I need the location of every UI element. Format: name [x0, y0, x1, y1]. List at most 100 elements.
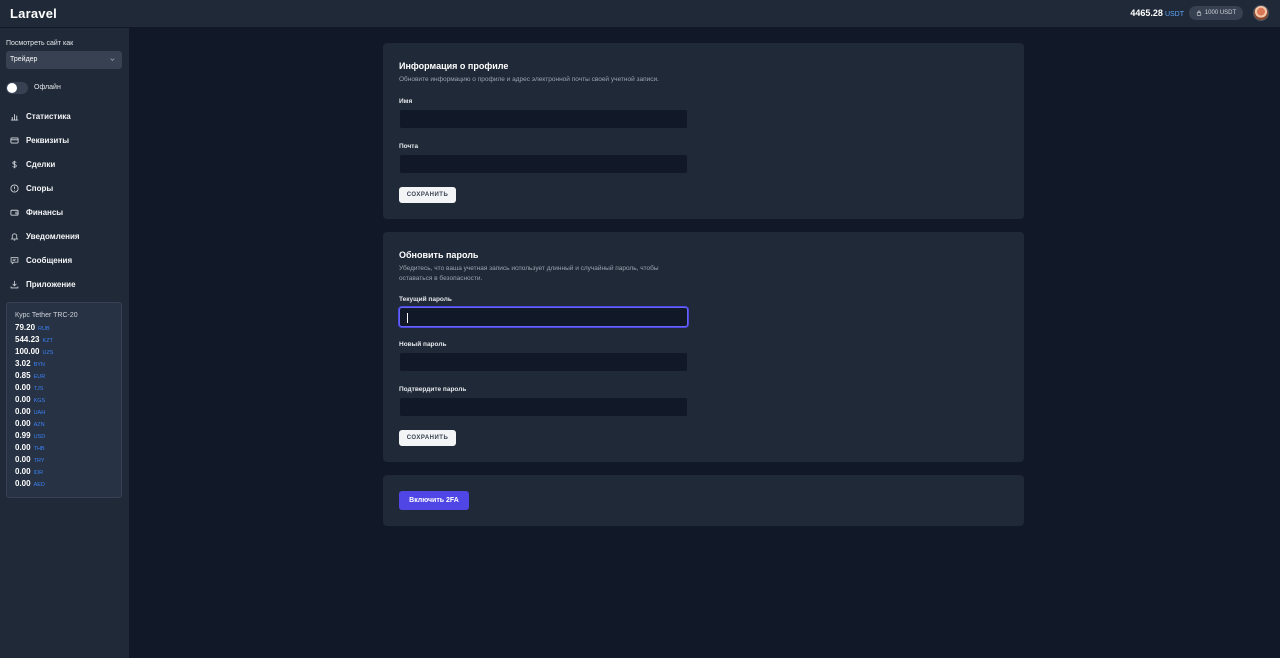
- password-save-button[interactable]: СОХРАНИТЬ: [399, 430, 456, 446]
- profile-save-button[interactable]: СОХРАНИТЬ: [399, 187, 456, 203]
- rate-row: 0.00 TJS: [15, 383, 113, 395]
- email-input[interactable]: [399, 154, 688, 174]
- rate-value: 0.00: [15, 443, 31, 452]
- top-bar: Laravel 4465.28 USDT 1000 USDT: [0, 0, 1280, 28]
- view-as-select[interactable]: Трейдер: [6, 51, 122, 69]
- sidebar: Посмотреть сайт как Трейдер Офлайн Стати…: [0, 28, 129, 658]
- update-password-card: Обновить пароль Убедитесь, что ваша учет…: [383, 232, 1024, 462]
- toggle-knob: [7, 83, 17, 93]
- chevron-down-icon: [110, 58, 115, 61]
- rate-value: 0.00: [15, 407, 31, 416]
- brand-logo[interactable]: Laravel: [10, 6, 57, 21]
- rate-row: 0.85 EUR: [15, 371, 113, 383]
- confirm-password-input[interactable]: [399, 397, 688, 417]
- download-icon: [10, 280, 19, 288]
- balance-currency: USDT: [1164, 11, 1184, 18]
- bell-icon: [10, 232, 19, 241]
- rate-value: 100.00: [15, 347, 40, 356]
- rate-currency: UAH: [33, 410, 46, 416]
- rates-title: Курс Tether TRC-20: [15, 312, 78, 319]
- alert-icon: [10, 183, 19, 193]
- rate-row: 0.00 UAH: [15, 407, 113, 419]
- rate-value: 0.99: [15, 431, 31, 440]
- rate-currency: IDR: [33, 470, 44, 476]
- rate-currency: TJS: [33, 386, 44, 392]
- profile-info-card: Информация о профиле Обновите информацию…: [383, 43, 1024, 219]
- rate-currency: KZT: [42, 338, 53, 344]
- balance-display: 4465.28 USDT: [1130, 8, 1184, 18]
- sidebar-item-label: Финансы: [26, 207, 64, 217]
- profile-title: Информация о профиле: [399, 61, 509, 71]
- rate-row: 100.00 UZS: [15, 347, 113, 359]
- email-label: Почта: [399, 143, 419, 150]
- rate-currency: BYN: [33, 362, 45, 368]
- rate-currency: USD: [33, 434, 46, 440]
- sidebar-item-label: Приложение: [26, 279, 76, 289]
- name-input[interactable]: [399, 109, 688, 129]
- locked-balance-badge[interactable]: 1000 USDT: [1189, 6, 1243, 20]
- rate-value: 0.00: [15, 479, 31, 488]
- text-caret: [407, 313, 408, 323]
- rate-row: 3.02 BYN: [15, 359, 113, 371]
- rate-row: 79.20 RUB: [15, 323, 113, 335]
- rate-value: 0.85: [15, 371, 31, 380]
- profile-subtitle: Обновите информацию о профиле и адрес эл…: [399, 76, 659, 83]
- password-title: Обновить пароль: [399, 250, 479, 260]
- sidebar-item-label: Уведомления: [26, 231, 80, 241]
- sidebar-item-label: Статистика: [26, 111, 71, 121]
- rate-row: 0.00 IDR: [15, 467, 113, 479]
- online-status-toggle[interactable]: [6, 82, 28, 94]
- exchange-rates-panel: Курс Tether TRC-20 79.20 RUB 544.23 KZT 100.…: [6, 302, 122, 498]
- locked-balance-label: 1000 USDT: [1204, 10, 1237, 16]
- rate-value: 0.00: [15, 395, 31, 404]
- twofa-card: Включить 2FA: [383, 475, 1024, 526]
- view-as-label: Посмотреть сайт как: [6, 40, 74, 47]
- sidebar-item-requisites[interactable]: Реквизиты: [10, 128, 122, 152]
- rate-currency: AZN: [33, 422, 45, 428]
- rate-value: 0.00: [15, 383, 31, 392]
- rate-row: 0.00 THB: [15, 443, 113, 455]
- rate-value: 79.20: [15, 323, 36, 332]
- sidebar-item-statistics[interactable]: Статистика: [10, 104, 122, 128]
- current-password-input[interactable]: [399, 307, 688, 327]
- sidebar-item-deals[interactable]: Сделки: [10, 152, 122, 176]
- enable-2fa-button[interactable]: Включить 2FA: [399, 491, 469, 510]
- view-as-selected: Трейдер: [10, 56, 38, 63]
- rate-row: 0.99 USD: [15, 431, 113, 443]
- rate-row: 544.23 KZT: [15, 335, 113, 347]
- rate-currency: EUR: [33, 374, 46, 380]
- chart-icon: [10, 113, 19, 121]
- lock-icon: [1196, 10, 1201, 16]
- avatar[interactable]: [1253, 5, 1269, 21]
- rate-value: 3.02: [15, 359, 31, 368]
- balance-value: 4465.28: [1130, 8, 1163, 18]
- sidebar-item-app[interactable]: Приложение: [10, 272, 122, 296]
- rate-row: 0.00 AZN: [15, 419, 113, 431]
- new-password-input[interactable]: [399, 352, 688, 372]
- rates-list: 79.20 RUB 544.23 KZT 100.00 UZS 3.02 BYN 0.85 EUR…: [15, 323, 113, 491]
- rate-currency: AED: [33, 482, 45, 488]
- sidebar-nav: Статистика Реквизиты Сделки Споры Финанс…: [10, 104, 122, 296]
- rate-value: 0.00: [15, 467, 31, 476]
- password-subtitle: Убедитесь, что ваша учетная запись испол…: [399, 265, 659, 282]
- rate-row: 0.00 TRY: [15, 455, 113, 467]
- rate-row: 0.00 AED: [15, 479, 113, 491]
- rate-currency: THB: [33, 446, 45, 452]
- rate-value: 0.00: [15, 419, 31, 428]
- sidebar-item-label: Реквизиты: [26, 135, 70, 145]
- rate-value: 0.00: [15, 455, 31, 464]
- new-password-label: Новый пароль: [399, 341, 447, 348]
- name-label: Имя: [399, 98, 413, 105]
- sidebar-item-messages[interactable]: Сообщения: [10, 248, 122, 272]
- online-status-label: Офлайн: [34, 84, 61, 91]
- sidebar-item-finance[interactable]: Финансы: [10, 200, 122, 224]
- rate-currency: RUB: [38, 326, 50, 332]
- rate-currency: UZS: [42, 350, 54, 356]
- dollar-icon: [12, 160, 17, 168]
- rate-value: 544.23: [15, 335, 40, 344]
- sidebar-item-notifications[interactable]: Уведомления: [10, 224, 122, 248]
- confirm-password-label: Подтвердите пароль: [399, 386, 467, 393]
- rate-currency: KGS: [33, 398, 46, 404]
- sidebar-item-disputes[interactable]: Споры: [10, 176, 122, 200]
- sidebar-item-label: Сообщения: [26, 255, 73, 265]
